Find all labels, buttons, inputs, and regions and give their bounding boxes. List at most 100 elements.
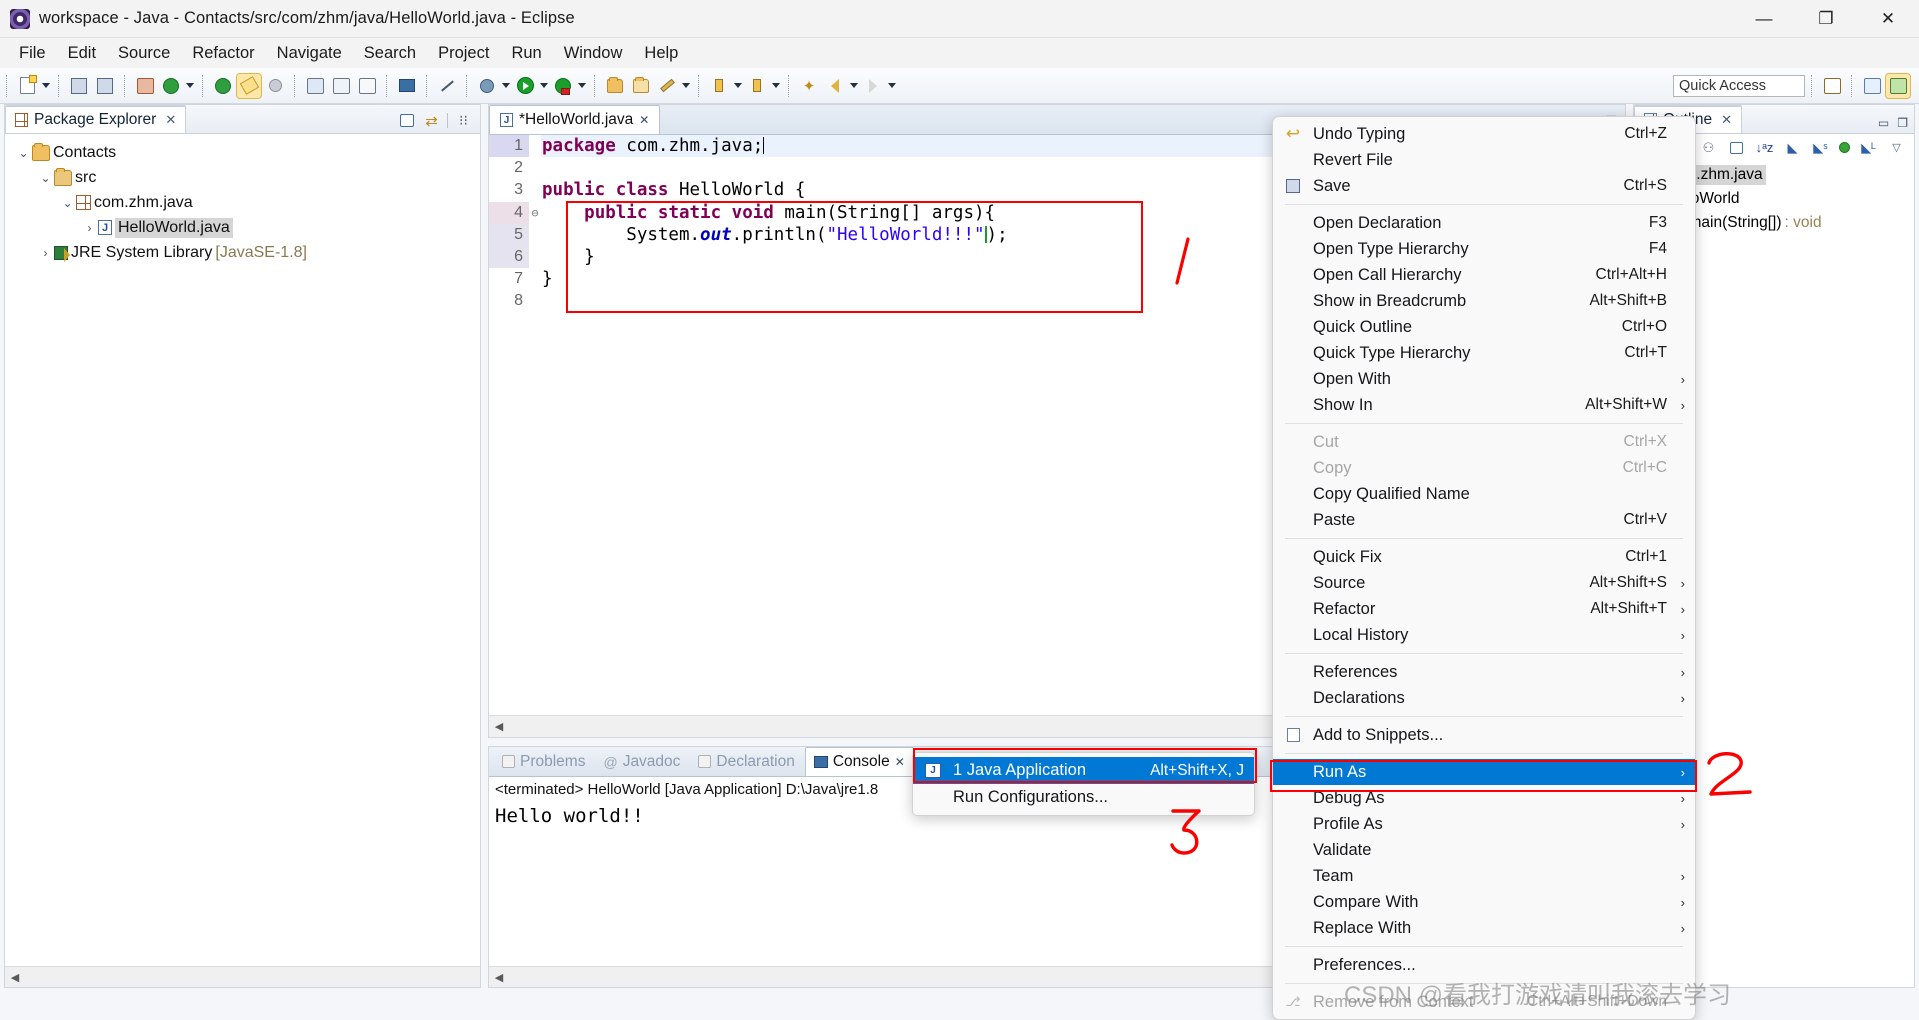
menu-window[interactable]: Window xyxy=(553,41,634,66)
hide-nonpublic-icon[interactable] xyxy=(1839,142,1850,153)
minimize-button[interactable]: — xyxy=(1733,0,1795,38)
context-menu-item-references[interactable]: References › xyxy=(1273,659,1695,685)
open-task-icon[interactable] xyxy=(303,74,327,98)
submenu-item-run-configurations[interactable]: Run Configurations... xyxy=(913,784,1254,811)
open-folder-icon[interactable] xyxy=(629,74,653,98)
menu-refactor[interactable]: Refactor xyxy=(181,41,265,66)
close-icon[interactable]: ✕ xyxy=(1721,112,1732,128)
context-menu-item-revert-file[interactable]: Revert File xyxy=(1273,147,1695,173)
close-icon[interactable]: ✕ xyxy=(165,112,176,128)
context-menu-item-validate[interactable]: Validate xyxy=(1273,837,1695,863)
scroll-left-icon[interactable]: ◀ xyxy=(489,971,509,984)
highlight-icon[interactable] xyxy=(236,72,262,99)
menu-source[interactable]: Source xyxy=(107,41,181,66)
context-menu-item-declarations[interactable]: Declarations › xyxy=(1273,685,1695,711)
view-menu-icon[interactable]: ▽ xyxy=(1887,138,1906,157)
tab-declaration[interactable]: Declaration xyxy=(690,750,802,774)
new-wizard-icon[interactable] xyxy=(15,74,39,98)
skip-breakpoints-icon[interactable] xyxy=(435,74,459,98)
run-last-tool-icon[interactable] xyxy=(551,74,575,98)
menu-project[interactable]: Project xyxy=(427,41,500,66)
context-menu-item-refactor[interactable]: Refactor Alt+Shift+T › xyxy=(1273,596,1695,622)
back-dropdown-icon[interactable] xyxy=(848,75,860,97)
context-menu-item-copy-qualified-name[interactable]: Copy Qualified Name xyxy=(1273,481,1695,507)
expand-arrow-icon[interactable]: › xyxy=(37,246,54,260)
context-menu-item-debug-as[interactable]: Debug As › xyxy=(1273,785,1695,811)
context-menu-item-add-to-snippets[interactable]: Add to Snippets... xyxy=(1273,722,1695,748)
tab-package-explorer[interactable]: Package Explorer ✕ xyxy=(5,105,187,133)
context-menu-item-paste[interactable]: Paste Ctrl+V xyxy=(1273,507,1695,533)
perspective-java-browsing-icon[interactable] xyxy=(1860,74,1884,98)
close-icon[interactable]: ✕ xyxy=(639,113,649,127)
next-annotation-icon[interactable] xyxy=(707,74,731,98)
next-annotation-dropdown-icon[interactable] xyxy=(732,75,744,97)
new-package-icon[interactable] xyxy=(133,74,157,98)
minimize-panel-icon[interactable]: ▭ xyxy=(1878,116,1889,130)
context-menu-item-show-in-breadcrumb[interactable]: Show in Breadcrumb Alt+Shift+B xyxy=(1273,288,1695,314)
context-menu-item-run-as[interactable]: Run As › xyxy=(1273,759,1695,785)
perspective-java-icon[interactable] xyxy=(1885,72,1911,99)
context-menu-item-profile-as[interactable]: Profile As › xyxy=(1273,811,1695,837)
package-explorer-hscrollbar[interactable]: ◀ xyxy=(5,966,480,987)
collapse-all-icon[interactable] xyxy=(1727,138,1746,157)
new-class-dropdown-icon[interactable] xyxy=(184,75,196,97)
link-with-editor-icon[interactable]: ⇄ xyxy=(422,111,441,130)
last-edit-location-icon[interactable]: ✦ xyxy=(797,74,821,98)
terminal-icon[interactable] xyxy=(395,74,419,98)
tree-row-helloworld-java[interactable]: › J HelloWorld.java xyxy=(5,215,480,240)
hide-static-icon[interactable]: ◣ˢ xyxy=(1811,138,1830,157)
pencil-dropdown-icon[interactable] xyxy=(680,75,692,97)
context-menu-item-show-in[interactable]: Show In Alt+Shift+W › xyxy=(1273,392,1695,418)
close-button[interactable]: ✕ xyxy=(1857,0,1919,38)
context-menu-item-quick-type-hierarchy[interactable]: Quick Type Hierarchy Ctrl+T xyxy=(1273,340,1695,366)
save-all-icon[interactable] xyxy=(93,74,117,98)
fold-collapse-icon[interactable]: ⊖ xyxy=(529,202,541,224)
hide-local-types-icon[interactable]: ◣ᴸ xyxy=(1859,138,1878,157)
close-icon[interactable]: ✕ xyxy=(895,755,905,769)
tree-row-package[interactable]: ⌄ com.zhm.java xyxy=(5,190,480,215)
context-menu-item-open-declaration[interactable]: Open Declaration F3 xyxy=(1273,210,1695,236)
context-menu-item-local-history[interactable]: Local History › xyxy=(1273,622,1695,648)
scroll-left-icon[interactable]: ◀ xyxy=(489,720,509,733)
context-menu-item-replace-with[interactable]: Replace With › xyxy=(1273,915,1695,941)
previous-annotation-icon[interactable] xyxy=(745,74,769,98)
context-menu-item-save[interactable]: Save Ctrl+S xyxy=(1273,173,1695,199)
hide-fields-icon[interactable]: ◣ xyxy=(1783,138,1802,157)
expand-arrow-icon[interactable]: ⌄ xyxy=(15,146,32,160)
context-menu-item-quick-outline[interactable]: Quick Outline Ctrl+O xyxy=(1273,314,1695,340)
context-menu-item-undo-typing[interactable]: ↩ Undo Typing Ctrl+Z xyxy=(1273,121,1695,147)
menu-file[interactable]: File xyxy=(8,41,57,66)
forward-dropdown-icon[interactable] xyxy=(886,75,898,97)
open-resource-icon[interactable] xyxy=(603,74,627,98)
list-view-icon[interactable] xyxy=(329,74,353,98)
focus-on-active-task-icon[interactable]: ⚇ xyxy=(1699,138,1718,157)
menu-run[interactable]: Run xyxy=(500,41,552,66)
expand-arrow-icon[interactable]: ⌄ xyxy=(37,171,54,185)
tree-row-src[interactable]: ⌄ src xyxy=(5,165,480,190)
expand-arrow-icon[interactable]: › xyxy=(81,221,98,235)
view-menu-icon[interactable]: ⁝⁝ xyxy=(454,111,473,130)
sort-icon[interactable]: ↓ᵃz xyxy=(1755,138,1774,157)
tree-row-contacts[interactable]: ⌄ Contacts xyxy=(5,140,480,165)
run-dropdown-icon[interactable] xyxy=(538,75,550,97)
context-menu-item-open-call-hierarchy[interactable]: Open Call Hierarchy Ctrl+Alt+H xyxy=(1273,262,1695,288)
collapse-all-icon[interactable] xyxy=(397,111,416,130)
scroll-left-icon[interactable]: ◀ xyxy=(5,971,25,984)
expand-arrow-icon[interactable]: ⌄ xyxy=(59,196,76,210)
context-menu-item-open-type-hierarchy[interactable]: Open Type Hierarchy F4 xyxy=(1273,236,1695,262)
debug-icon[interactable] xyxy=(475,74,499,98)
context-menu-item-team[interactable]: Team › xyxy=(1273,863,1695,889)
new-wizard-dropdown-icon[interactable] xyxy=(40,75,52,97)
tab-problems[interactable]: Problems xyxy=(494,750,593,774)
tab-console[interactable]: Console ✕ xyxy=(804,747,914,776)
run-icon[interactable] xyxy=(513,74,537,98)
context-menu-item-source[interactable]: Source Alt+Shift+S › xyxy=(1273,570,1695,596)
back-icon[interactable] xyxy=(823,74,847,98)
restore-button[interactable]: ❐ xyxy=(1795,0,1857,38)
menu-edit[interactable]: Edit xyxy=(57,41,107,66)
debug-dropdown-icon[interactable] xyxy=(500,75,512,97)
context-menu-item-compare-with[interactable]: Compare With › xyxy=(1273,889,1695,915)
context-menu-item-open-with[interactable]: Open With › xyxy=(1273,366,1695,392)
run-last-dropdown-icon[interactable] xyxy=(576,75,588,97)
paragraph-icon[interactable] xyxy=(355,74,379,98)
